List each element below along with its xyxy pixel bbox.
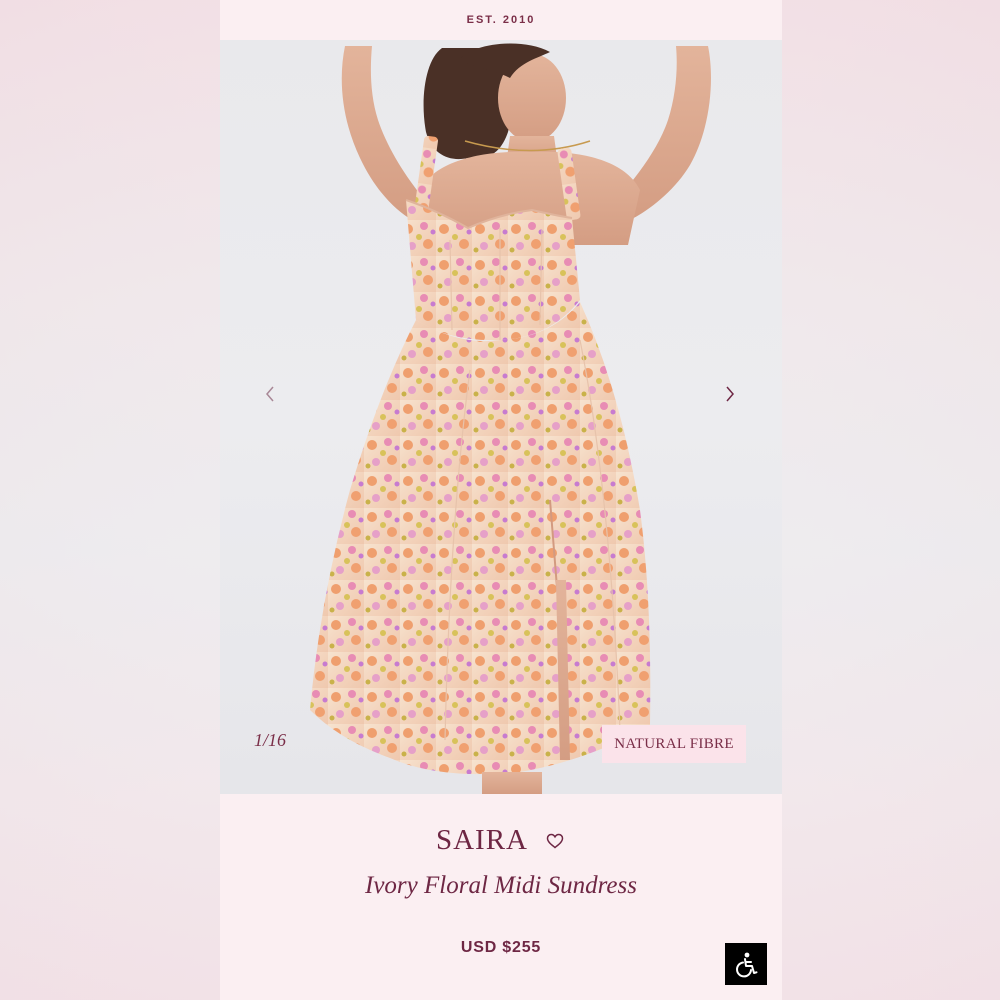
accessibility-button[interactable] (725, 943, 767, 985)
top-bar: EST. 2010 (220, 0, 782, 40)
heart-outline-icon (546, 833, 564, 848)
wishlist-button[interactable] (546, 831, 566, 851)
chevron-right-icon (726, 386, 734, 402)
image-counter: 1/16 (254, 730, 287, 750)
brand-tagline: EST. 2010 (466, 14, 536, 26)
product-photo (310, 43, 711, 794)
product-price: USD $255 (460, 939, 542, 956)
product-image-gallery[interactable]: 1/16 NATURAL FIBRE (220, 40, 782, 794)
next-image-button[interactable] (718, 380, 742, 408)
wheelchair-icon (736, 952, 758, 978)
product-subtitle: Ivory Floral Midi Sundress (365, 872, 637, 899)
product-info: SAIRA Ivory Floral Midi Sundress USD $25… (220, 794, 782, 1000)
previous-image-button[interactable] (258, 380, 282, 408)
product-name: SAIRA (435, 824, 528, 856)
chevron-left-icon (266, 386, 274, 402)
left-background-blur (0, 0, 220, 1000)
product-page: EST. 2010 1/16 NATURAL FIBRE SAIRA Ivory… (220, 0, 782, 1000)
title-row: SAIRA (220, 824, 782, 857)
natural-fibre-badge: NATURAL FIBRE (602, 725, 746, 763)
right-background-blur (780, 0, 1000, 1000)
